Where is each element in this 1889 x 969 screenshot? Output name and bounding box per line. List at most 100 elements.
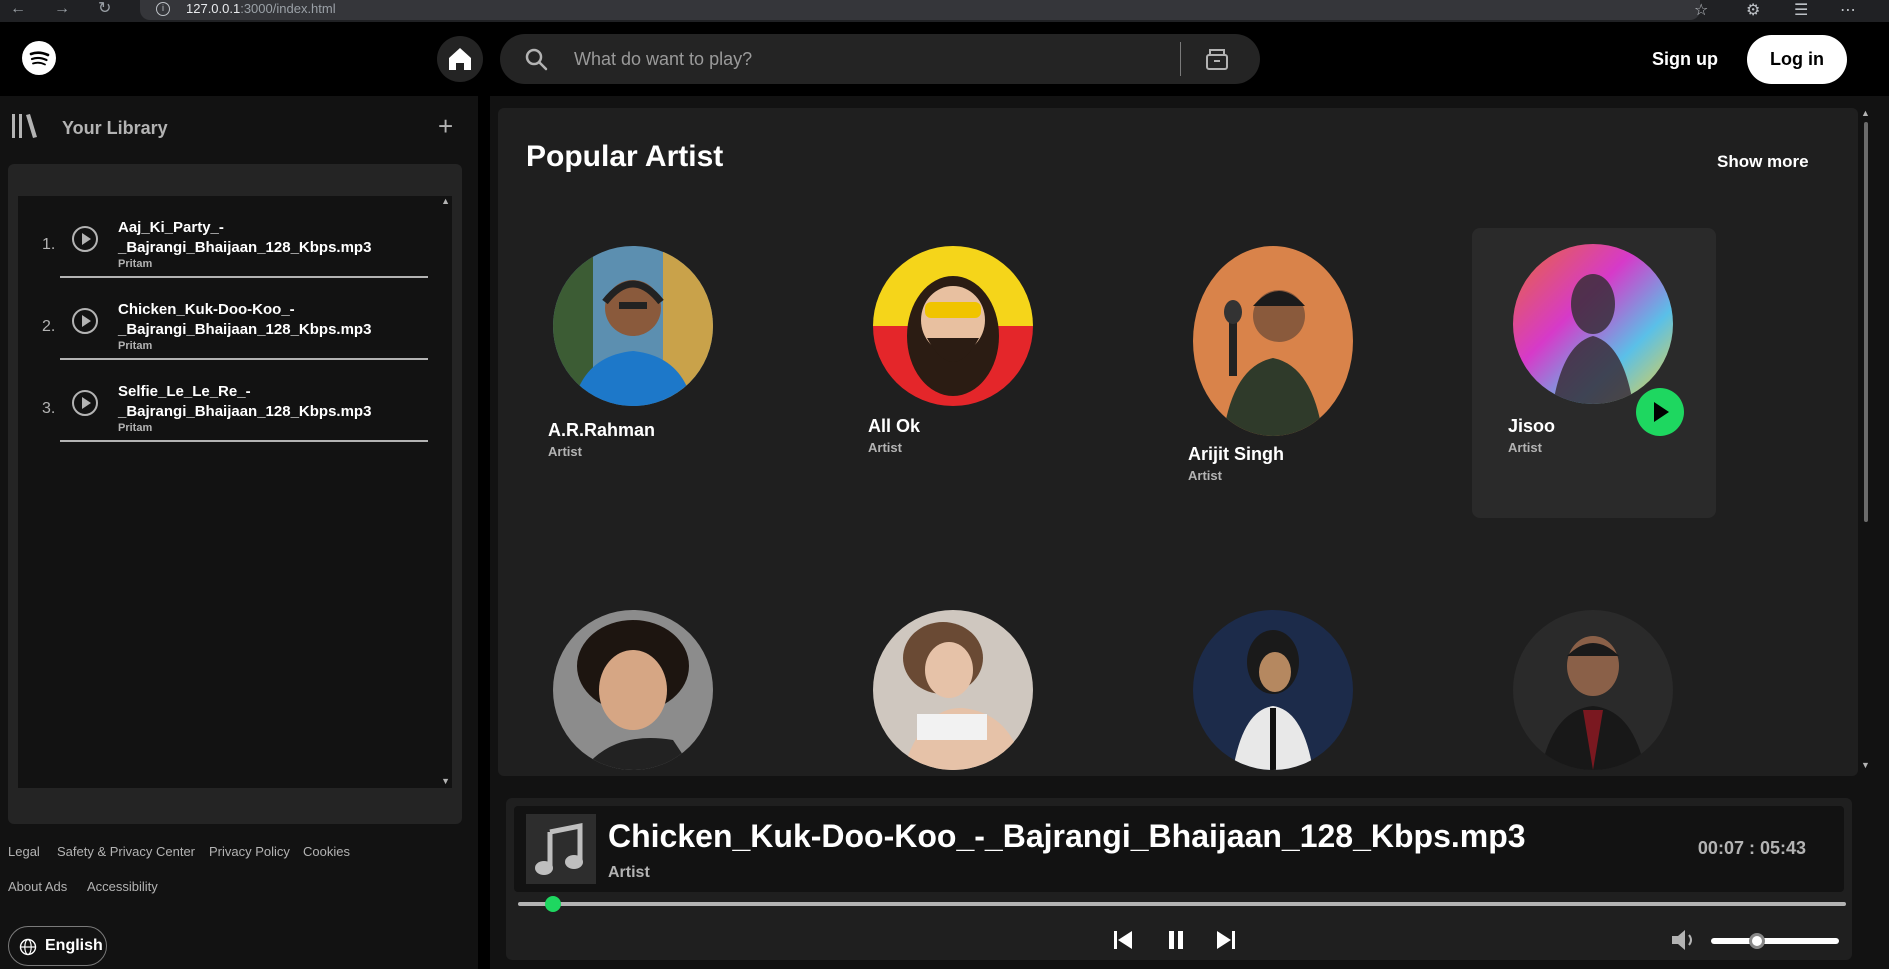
search-divider [1180,42,1181,76]
artist-name: All Ok [868,416,921,436]
cookies-link[interactable]: Cookies [303,844,350,859]
add-plus-icon[interactable]: + [438,113,453,139]
artist-avatar [553,246,713,406]
volume-knob[interactable] [1749,933,1765,949]
back-icon[interactable]: ← [10,0,26,18]
artist-name: Jisoo [1508,416,1556,436]
song-artist: Pritam [118,422,153,434]
player-bar: Chicken_Kuk-Doo-Koo_-_Bajrangi_Bhaijaan_… [506,798,1852,960]
more-menu-icon[interactable]: ⋯ [1840,0,1856,20]
list-item[interactable]: 1. Aaj_Ki_Party_-_Bajrangi_Bhaijaan_128_… [18,196,438,278]
play-circle-icon[interactable] [72,390,98,416]
favorites-list-icon[interactable]: ☰ [1794,0,1808,20]
address-bar[interactable] [140,0,1700,20]
artist-avatar[interactable] [553,610,713,770]
about-ads-link[interactable]: About Ads [8,879,67,894]
spotify-logo[interactable] [22,41,56,75]
song-list: ▲ 1. Aaj_Ki_Party_-_Bajrangi_Bhaijaan_12… [18,196,452,788]
section-title: Popular Artist [526,140,724,173]
artist-card[interactable]: Arijit Singh Artist [1166,232,1410,522]
now-playing: Chicken_Kuk-Doo-Koo_-_Bajrangi_Bhaijaan_… [514,806,1844,892]
sidebar: Your Library + ▲ 1. Aaj_Ki_Party_-_Bajra… [0,96,478,969]
volume-icon[interactable] [1670,928,1696,952]
home-icon [449,48,471,70]
artist-avatar [873,246,1033,406]
song-number: 3. [42,400,56,417]
log-in-button[interactable]: Log in [1747,35,1847,84]
progress-knob[interactable] [545,896,561,912]
previous-icon[interactable] [1111,928,1135,952]
browse-icon[interactable] [1204,46,1230,72]
song-number: 1. [42,236,56,253]
track-title: Chicken_Kuk-Doo-Koo_-_Bajrangi_Bhaijaan_… [608,818,1526,854]
address-url[interactable]: 127.0.0.1:3000/index.html [186,1,336,16]
search-icon [525,48,548,71]
song-number: 2. [42,318,56,335]
url-path: :3000/index.html [240,1,336,16]
track-artist: Artist [608,864,650,881]
pause-icon[interactable] [1164,928,1188,952]
song-title: Chicken_Kuk-Doo-Koo_-_Bajrangi_Bhaijaan_… [118,301,372,338]
artist-role: Artist [548,444,582,459]
main-area: Popular Artist Show more A.R.Rahman Arti… [490,96,1889,969]
artist-role: Artist [868,440,902,455]
list-item[interactable]: 2. Chicken_Kuk-Doo-Koo_-_Bajrangi_Bhaija… [18,278,438,360]
next-icon[interactable] [1214,928,1238,952]
home-button[interactable] [437,36,483,82]
show-more-link[interactable]: Show more [1717,152,1809,172]
scroll-up-arrow-icon[interactable]: ▲ [1861,108,1870,118]
scroll-down-arrow-icon[interactable]: ▼ [441,776,450,786]
spotify-icon [29,51,50,66]
reload-icon[interactable]: ↻ [98,0,111,18]
volume-slider[interactable] [1711,933,1839,949]
extensions-icon[interactable]: ⚙ [1746,0,1760,20]
song-artist: Pritam [118,340,153,352]
search-input[interactable] [574,44,1174,74]
play-circle-icon[interactable] [72,226,98,252]
site-info-icon[interactable]: i [156,2,170,16]
song-artist: Pritam [118,258,153,270]
play-circle-icon[interactable] [72,308,98,334]
song-title: Aaj_Ki_Party_-_Bajrangi_Bhaijaan_128_Kbp… [118,219,372,256]
music-note-icon [535,822,583,875]
library-panel: ▲ 1. Aaj_Ki_Party_-_Bajrangi_Bhaijaan_12… [8,164,462,824]
album-art [526,814,596,884]
artist-card[interactable]: A.R.Rahman Artist [526,232,770,522]
main-scrollbar[interactable]: ▲ ▼ [1860,108,1872,776]
legal-link[interactable]: Legal [8,844,40,859]
favorite-star-icon[interactable]: ☆ [1694,0,1708,20]
divider [60,440,428,442]
progress-bar[interactable] [518,896,1846,912]
artist-avatar [1513,244,1673,404]
artist-role: Artist [1188,468,1222,483]
list-item[interactable]: 3. Selfie_Le_Le_Re_-_Bajrangi_Bhaijaan_1… [18,360,438,442]
artist-avatar[interactable] [873,610,1033,770]
accessibility-link[interactable]: Accessibility [87,879,158,894]
language-label: English [45,937,103,954]
artist-section: Popular Artist Show more A.R.Rahman Arti… [498,108,1858,776]
artist-name: A.R.Rahman [548,420,656,440]
artist-avatar[interactable] [1513,610,1673,770]
artist-avatar [1193,246,1353,436]
privacy-policy-link[interactable]: Privacy Policy [209,844,290,859]
artist-card[interactable]: Jisoo Artist [1472,228,1716,518]
play-button[interactable] [1636,388,1684,436]
search-bar[interactable] [500,34,1260,84]
browser-toolbar: ← → ↻ i 127.0.0.1:3000/index.html ☆ ⚙ ☰ … [0,0,1889,22]
sign-up-button[interactable]: Sign up [1640,44,1730,74]
scroll-up-arrow-icon[interactable]: ▲ [441,196,450,206]
artist-card[interactable]: All Ok Artist [846,232,1090,522]
library-title[interactable]: Your Library [62,118,168,139]
scrollbar-thumb[interactable] [1864,122,1868,522]
safety-privacy-link[interactable]: Safety & Privacy Center [57,844,195,859]
scroll-down-arrow-icon[interactable]: ▼ [1861,760,1870,770]
globe-icon [19,938,37,956]
artist-avatar[interactable] [1193,610,1353,770]
url-host: 127.0.0.1 [186,1,241,16]
forward-icon[interactable]: → [54,0,70,18]
language-button[interactable]: English [8,926,107,966]
artist-name: Arijit Singh [1188,444,1284,464]
song-title: Selfie_Le_Le_Re_-_Bajrangi_Bhaijaan_128_… [118,383,372,420]
artist-role: Artist [1508,440,1542,455]
library-icon[interactable] [10,112,40,140]
